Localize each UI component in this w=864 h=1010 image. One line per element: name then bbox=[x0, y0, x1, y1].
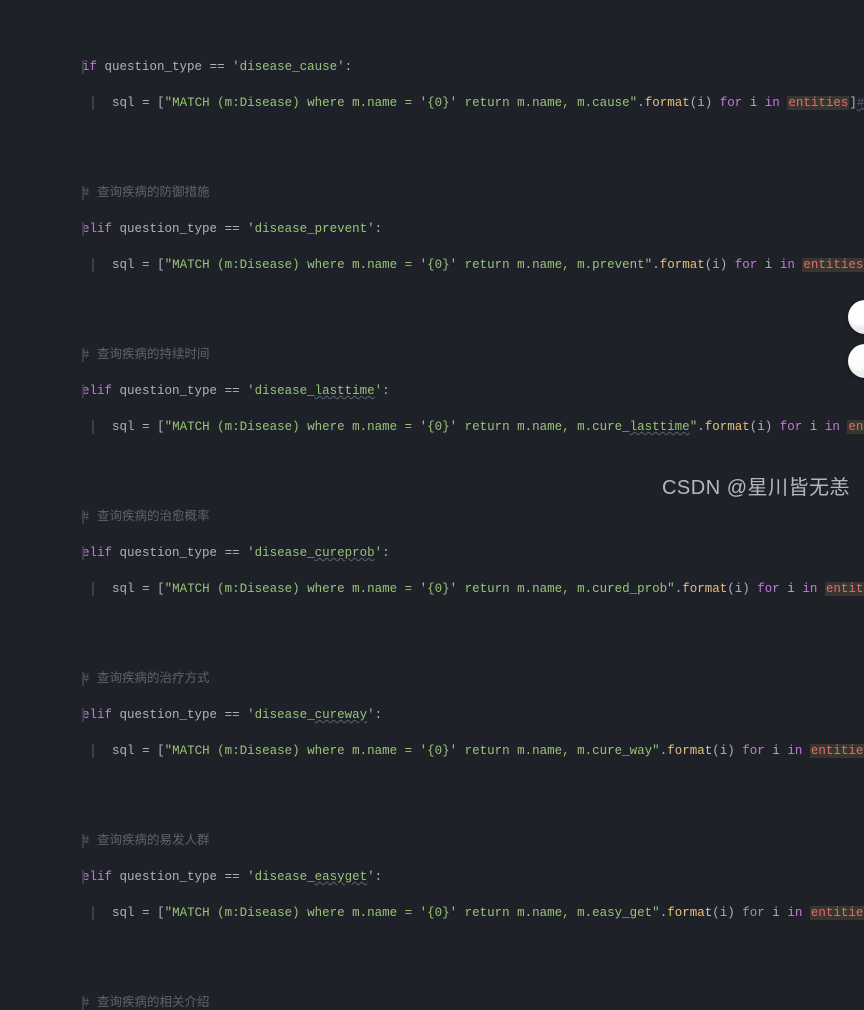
code-line: elif question_type == 'disease_cureway': bbox=[22, 706, 864, 724]
code-line: sql = ["MATCH (m:Disease) where m.name =… bbox=[22, 256, 864, 274]
code-line: # 查询疾病的持续时间 bbox=[22, 346, 864, 364]
keyword-if: if bbox=[82, 60, 97, 74]
code-line: sql = ["MATCH (m:Disease) where m.name =… bbox=[22, 580, 864, 598]
identifier-entities: entities bbox=[787, 96, 849, 110]
code-line: sql = ["MATCH (m:Disease) where m.name =… bbox=[22, 904, 864, 922]
code-line: if question_type == 'disease_cause': bbox=[22, 58, 864, 76]
code-line: # 查询疾病的治愈概率 bbox=[22, 508, 864, 526]
code-editor[interactable]: if question_type == 'disease_cause': sql… bbox=[0, 0, 864, 1010]
code-line: # 查询疾病的易发人群 bbox=[22, 832, 864, 850]
code-line: elif question_type == 'disease_lasttime'… bbox=[22, 382, 864, 400]
code-line: # 查询疾病的治疗方式 bbox=[22, 670, 864, 688]
code-line: sql = ["MATCH (m:Disease) where m.name =… bbox=[22, 418, 864, 436]
code-line: # 查询疾病的相关介绍 bbox=[22, 994, 864, 1010]
code-line: sql = ["MATCH (m:Disease) where m.name =… bbox=[22, 94, 864, 112]
code-line: elif question_type == 'disease_easyget': bbox=[22, 868, 864, 886]
code-line: elif question_type == 'disease_cureprob'… bbox=[22, 544, 864, 562]
code-line: elif question_type == 'disease_prevent': bbox=[22, 220, 864, 238]
code-line: sql = ["MATCH (m:Disease) where m.name =… bbox=[22, 742, 864, 760]
code-line: # 查询疾病的防御措施 bbox=[22, 184, 864, 202]
